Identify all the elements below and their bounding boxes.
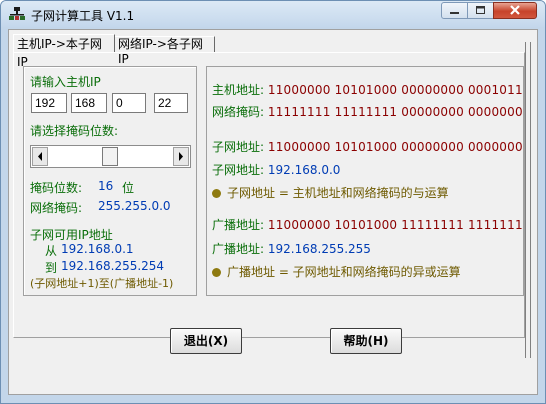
window-title: 子网计算工具 V1.1 bbox=[31, 9, 135, 23]
range-to-label: 到 bbox=[45, 261, 58, 275]
bullet-icon bbox=[212, 189, 221, 198]
network-app-icon bbox=[9, 7, 25, 20]
close-icon bbox=[510, 5, 520, 15]
network-mask-label: 网络掩码: bbox=[30, 201, 83, 215]
exit-button[interactable]: 退出(X) bbox=[170, 328, 242, 354]
network-mask-value: 255.255.0.0 bbox=[98, 199, 171, 213]
broadcast-binary: 11000000 10101000 11111111 11111111 bbox=[267, 218, 524, 232]
help-button[interactable]: 帮助(H) bbox=[330, 328, 402, 354]
subnet-address-label: 子网地址: bbox=[212, 163, 265, 177]
mask-bits-value: 16 bbox=[98, 179, 114, 193]
broadcast-address-row: 广播地址: 192.168.255.255 bbox=[212, 240, 371, 257]
maximize-icon bbox=[476, 6, 485, 14]
minimize-icon bbox=[450, 12, 459, 14]
broadcast-note-row: 广播地址 = 子网地址和网络掩码的异或运算 bbox=[212, 263, 461, 280]
slider-left-button[interactable] bbox=[32, 147, 48, 166]
result-mask-label: 网络掩码: bbox=[212, 105, 265, 119]
vertical-divider bbox=[525, 42, 531, 358]
ip-octet-1[interactable] bbox=[31, 93, 67, 113]
title-bar[interactable]: 子网计算工具 V1.1 bbox=[1, 1, 545, 27]
usable-range-label: 子网可用IP地址 bbox=[30, 228, 113, 242]
slider-thumb[interactable] bbox=[102, 147, 118, 166]
host-address-binary: 11000000 10101000 00000000 00010110 bbox=[267, 83, 524, 97]
host-address-row: 主机地址: 11000000 10101000 00000000 0001011… bbox=[212, 81, 524, 98]
tab-network-ip[interactable]: 网络IP->各子网IP bbox=[115, 36, 215, 66]
subnet-binary-row: 子网地址: 11000000 10101000 00000000 0000000… bbox=[212, 138, 524, 155]
subnet-address-row: 子网地址: 192.168.0.0 bbox=[212, 161, 340, 178]
ip-octet-4[interactable] bbox=[154, 93, 188, 113]
main-window: 子网计算工具 V1.1 主机IP->本子网IP 网络IP->各子网IP 请输入主… bbox=[0, 0, 546, 404]
broadcast-binary-label: 广播地址: bbox=[212, 218, 265, 232]
tab-host-ip[interactable]: 主机IP->本子网IP bbox=[13, 34, 115, 69]
client-area: 主机IP->本子网IP 网络IP->各子网IP 请输入主机IP 请选择掩码位数:… bbox=[8, 29, 538, 395]
results-group: 主机地址: 11000000 10101000 00000000 0001011… bbox=[206, 66, 524, 296]
bullet-icon bbox=[212, 268, 221, 277]
subnet-binary: 11000000 10101000 00000000 00000000 bbox=[267, 140, 524, 154]
mask-bits-unit: 位 bbox=[122, 181, 135, 195]
result-mask-binary: 11111111 11111111 00000000 00000000 bbox=[267, 105, 524, 119]
subnet-note-row: 子网地址 = 主机地址和网络掩码的与运算 bbox=[212, 184, 449, 201]
range-from-label: 从 bbox=[45, 244, 58, 258]
broadcast-address-label: 广播地址: bbox=[212, 242, 265, 256]
mask-bits-label: 请选择掩码位数: bbox=[30, 124, 119, 138]
left-arrow-icon bbox=[38, 152, 42, 161]
ip-octet-3[interactable] bbox=[112, 93, 146, 113]
mask-bits-slider[interactable] bbox=[30, 145, 191, 168]
ip-octet-2[interactable] bbox=[71, 93, 107, 113]
network-mask-row: 网络掩码: 11111111 11111111 00000000 0000000… bbox=[212, 103, 524, 120]
subnet-note: 子网地址 = 主机地址和网络掩码的与运算 bbox=[227, 186, 449, 200]
range-to-value: 192.168.255.254 bbox=[61, 259, 165, 273]
subnet-binary-label: 子网地址: bbox=[212, 140, 265, 154]
slider-right-button[interactable] bbox=[173, 147, 189, 166]
close-button[interactable] bbox=[493, 2, 537, 19]
broadcast-note: 广播地址 = 子网地址和网络掩码的异或运算 bbox=[227, 265, 461, 279]
host-address-label: 主机地址: bbox=[212, 83, 265, 97]
minimize-button[interactable] bbox=[441, 2, 468, 19]
subnet-address-value: 192.168.0.0 bbox=[267, 163, 341, 177]
range-from-value: 192.168.0.1 bbox=[61, 242, 134, 256]
broadcast-binary-row: 广播地址: 11000000 10101000 11111111 1111111… bbox=[212, 216, 524, 233]
maximize-button[interactable] bbox=[467, 2, 494, 19]
host-ip-label: 请输入主机IP bbox=[30, 75, 101, 89]
right-arrow-icon bbox=[179, 152, 183, 161]
range-note: (子网地址+1)至(广播地址-1) bbox=[30, 277, 174, 290]
mask-bits-text-label: 掩码位数: bbox=[30, 181, 83, 195]
broadcast-address-value: 192.168.255.255 bbox=[267, 242, 371, 256]
